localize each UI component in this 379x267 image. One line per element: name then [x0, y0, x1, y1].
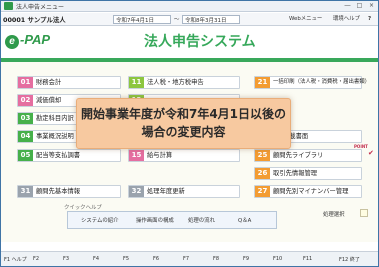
menu-label: 配当等支払調書: [36, 152, 81, 159]
company-code-name: 00001 サンプル法人: [3, 16, 66, 24]
fkey-f12[interactable]: F12 終了: [339, 256, 360, 263]
menu-label: 顧問先基本情報: [36, 188, 81, 195]
period-tilde: ～: [174, 17, 180, 23]
maximize-button[interactable]: □: [355, 2, 364, 10]
fkey-f1[interactable]: F1 ヘルプ: [4, 256, 27, 263]
title-bar: 法人申告メニュー ― □ ×: [1, 1, 378, 12]
menu-num: 32: [129, 186, 144, 197]
period-start-field[interactable]: 令和7年4月1日: [113, 15, 171, 24]
menu-item-15[interactable]: 15 給与計算: [128, 149, 240, 162]
menu-label: 給与計算: [147, 152, 173, 159]
company-info-bar: 00001 サンプル法人 令和7年4月1日 ～ 令和8年3月31日 Webメニュ…: [1, 13, 378, 26]
notice-overlay[interactable]: 開始事業年度が令和7年4月1日以後の 場合の変更内容: [76, 98, 291, 149]
menu-label: 財務会計: [36, 79, 62, 86]
menu-num: 02: [18, 95, 33, 106]
period-end-text: 令和8年3月31日: [185, 18, 227, 24]
fkey-f5[interactable]: F5: [123, 256, 129, 262]
menu-item-05[interactable]: 05 配当等支払調書: [17, 149, 121, 162]
notice-line-1: 開始事業年度が令和7年4月1日以後の: [80, 107, 287, 121]
quick-help-bar: システムの紹介 操作画面の構成 処理の流れ Q＆A: [67, 211, 277, 229]
menu-item-26[interactable]: 26 取引先情報管理: [254, 167, 362, 180]
function-key-bar: F1 ヘルプ F2 F3 F4 F5 F6 F7 F8 F9 F10 F11 F…: [1, 251, 378, 266]
fkey-label: F1: [4, 257, 11, 263]
fkey-f11[interactable]: F11: [303, 256, 312, 262]
menu-num: 26: [255, 168, 270, 179]
menu-item-11[interactable]: 11 法人税・地方税申告: [128, 76, 240, 89]
app-icon: [4, 2, 13, 10]
fkey-f6[interactable]: F6: [153, 256, 159, 262]
logo-mark: e: [5, 35, 19, 49]
menu-item-01[interactable]: 01 財務会計: [17, 76, 121, 89]
menu-label: 法人税・地方税申告: [147, 79, 204, 86]
close-button[interactable]: ×: [367, 2, 376, 10]
menu-num: 27: [255, 186, 270, 197]
process-select-field[interactable]: [360, 209, 368, 217]
epap-logo: e -PAP: [5, 32, 50, 49]
menu-label: 処理年度更新: [147, 188, 185, 195]
menu-num: 25: [255, 150, 270, 161]
period-end-field[interactable]: 令和8年3月31日: [182, 15, 240, 24]
app-window: 法人申告メニュー ― □ × 00001 サンプル法人 令和7年4月1日 ～ 令…: [0, 0, 379, 267]
menu-num: 31: [18, 186, 33, 197]
fkey-f9[interactable]: F9: [243, 256, 249, 262]
system-title: 法人申告システム: [144, 34, 256, 50]
quick-help-title: クイックヘルプ: [64, 205, 102, 211]
menu-label: 事業概況説明: [36, 133, 74, 140]
window-title: 法人申告メニュー: [16, 4, 65, 11]
window-controls: ― □ ×: [343, 2, 376, 10]
menu-item-21[interactable]: 21 一括印刷（法人税・消費税・届出書類）: [254, 76, 370, 89]
notice-line-2: 場合の変更内容: [141, 125, 226, 139]
menu-label: 顧問先別マイナンバー管理: [273, 188, 349, 195]
menu-num: 21: [255, 77, 270, 88]
menu-label: 顧問先ライブラリ: [273, 152, 324, 159]
process-select-label: 処理選択: [323, 212, 345, 218]
fkey-desc: ヘルプ: [11, 257, 27, 263]
fkey-f3[interactable]: F3: [63, 256, 69, 262]
fkey-desc: 終了: [349, 257, 360, 263]
quick-help-screen-button[interactable]: 操作画面の構成: [136, 216, 174, 226]
menu-label: 勘定科目内訳: [36, 115, 74, 122]
minimize-button[interactable]: ―: [343, 2, 352, 10]
period-start-text: 令和7年4月1日: [116, 18, 154, 24]
env-help-button[interactable]: 環境ヘルプ: [333, 15, 360, 24]
menu-num: 04: [18, 131, 33, 142]
check-icon: ✔: [368, 149, 374, 157]
help-icon[interactable]: ?: [368, 15, 371, 24]
menu-num: 03: [18, 113, 33, 124]
quick-help-flow-button[interactable]: 処理の流れ: [188, 216, 215, 226]
new-badge: POINT: [354, 144, 368, 149]
fkey-f10[interactable]: F10: [273, 256, 282, 262]
quick-help-intro-button[interactable]: システムの紹介: [81, 216, 119, 226]
fkey-f2[interactable]: F2: [33, 256, 39, 262]
fkey-f4[interactable]: F4: [93, 256, 99, 262]
menu-num: 15: [129, 150, 144, 161]
logo-text: -PAP: [20, 32, 51, 47]
fkey-f8[interactable]: F8: [213, 256, 219, 262]
menu-item-32[interactable]: 32 処理年度更新: [128, 185, 240, 198]
menu-num: 01: [18, 77, 33, 88]
quick-help-qa-button[interactable]: Q＆A: [238, 216, 251, 226]
menu-num: 05: [18, 150, 33, 161]
menu-item-27[interactable]: 27 顧問先別マイナンバー管理: [254, 185, 362, 198]
fkey-label: F12: [339, 257, 349, 263]
menu-item-31[interactable]: 31 顧問先基本情報: [17, 185, 121, 198]
menu-label: 取引先情報管理: [273, 170, 318, 177]
web-menu-button[interactable]: Webメニュー: [289, 15, 322, 24]
menu-item-25[interactable]: 25 顧問先ライブラリ: [254, 149, 362, 162]
menu-num: 11: [129, 77, 144, 88]
menu-label: 一括印刷（法人税・消費税・届出書類）: [273, 79, 371, 85]
fkey-f7[interactable]: F7: [183, 256, 189, 262]
menu-label: 減価償却: [36, 97, 62, 104]
